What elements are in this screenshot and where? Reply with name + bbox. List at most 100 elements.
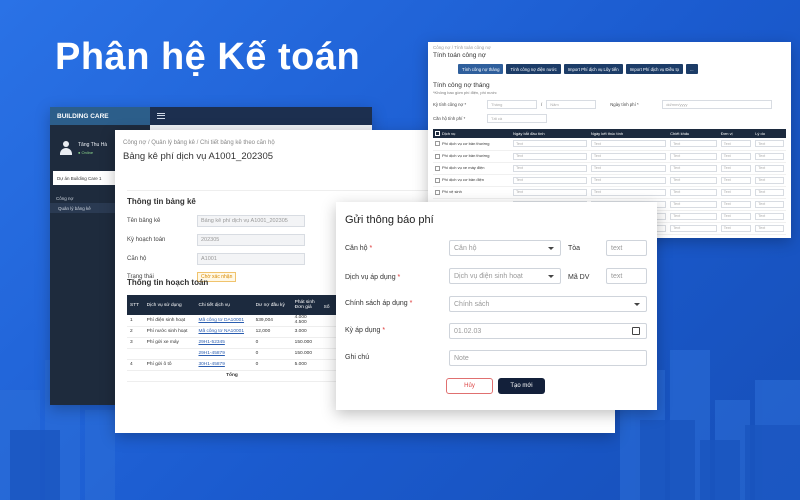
required-mark: * [369, 245, 373, 252]
tab-monthly-debt[interactable]: Tính công nợ tháng [458, 64, 504, 74]
table-row: Phí vệ sinh Text Text Text Text Text [433, 186, 786, 199]
table-row: Phí dịch vụ cơ bản điện Text Text Text T… [433, 174, 786, 187]
service-select[interactable]: Dịch vụ điện sinh hoạt [449, 268, 561, 284]
field-label: Căn hộ [127, 256, 147, 262]
table-row: 1 Phí điện sinh hoạt Mã công tơ DA10001 … [127, 315, 337, 327]
year-select[interactable]: Năm [546, 100, 597, 109]
calendar-icon[interactable] [632, 327, 640, 335]
tab-bar: Tính công nợ tháng Tính công nợ điện nướ… [428, 61, 791, 74]
select-all-checkbox[interactable] [435, 131, 440, 137]
field-row: Kỳ hoạch toán 202305 [127, 232, 305, 248]
tab-more[interactable]: ... [686, 64, 698, 74]
period-date-input[interactable]: 01.02.03 [449, 323, 647, 339]
column-header: Dư nợ đầu kỳ [252, 295, 292, 315]
accounting-heading: Thông tin hoạch toán [127, 278, 209, 287]
fee-notice-modal: Gửi thông báo phí Căn hộ * Căn hộ Tòa te… [336, 202, 657, 410]
apartment-select[interactable]: Căn hộ [449, 240, 561, 256]
row-checkbox[interactable] [435, 177, 440, 183]
app-brand: BUILDING CARE [50, 107, 150, 125]
fee-row: Căn hộ tính phí * Tất cả [433, 114, 786, 123]
field-row: Tên bảng kê Bảng kê phí dịch vụ A1001_20… [127, 213, 305, 229]
code-input[interactable]: text [606, 268, 647, 284]
table-row: 4 Phí gửi ô tô 30H1-45879 0 5.000 [127, 359, 337, 371]
sub-header: Số [323, 305, 330, 310]
detail-link[interactable]: 30H1-45879 [198, 362, 224, 367]
panel-heading: Tính công nợ tháng [433, 82, 490, 89]
detail-link[interactable]: Mã công tơ NA10001 [198, 329, 244, 334]
column-header: Chi tiết dịch vụ [195, 295, 253, 315]
table-row: Phí dịch vụ cơ bản thường Text Text Text… [433, 150, 786, 163]
apartment-row: Căn hộ * [345, 245, 372, 252]
field-label: Kỳ hoạch toán [127, 237, 166, 243]
monthly-panel: Tính công nợ tháng *Không bao gồm phí đi… [433, 82, 786, 123]
table-row: Phí dịch vụ cơ bản thường Text Text Text… [433, 138, 786, 151]
service-label: Dịch vụ áp dụng [345, 274, 396, 281]
row-checkbox[interactable] [435, 153, 440, 159]
fee-label: Căn hộ tính phí * [433, 116, 466, 121]
page-title: Tính toán công nợ [433, 52, 487, 59]
field-value: 202305 [197, 234, 305, 246]
fee-select[interactable]: Tất cả [487, 114, 547, 123]
column-header: Ngày kết thúc tính [588, 129, 669, 138]
sub-header: Đơn giá [294, 305, 312, 310]
table-row: 29H1-45879 0 150.000 [127, 348, 337, 360]
field-value: Bảng kê phí dịch vụ A1001_202305 [197, 215, 305, 227]
row-checkbox[interactable] [435, 141, 440, 147]
policy-select[interactable]: Chính sách [449, 296, 647, 312]
caret-down-icon [634, 303, 640, 306]
table-row: 3 Phí gửi xe máy 29H1-52345 0 150.000 [127, 337, 337, 349]
apartment-label: Căn hộ [345, 245, 368, 252]
avatar-icon [60, 141, 72, 155]
tab-import-adjust[interactable]: Import Phí dịch vụ Điều tọ [625, 64, 684, 74]
period-row: Kỳ tính công nợ * Tháng / Năm Ngày tính … [433, 100, 786, 109]
section-heading: Thông tin bảng kê [127, 197, 196, 206]
user-name: Tăng Thu Hà [78, 141, 108, 148]
column-header: Ngày bắt đầu tính [511, 129, 589, 138]
caret-down-icon [548, 247, 554, 250]
cancel-button[interactable]: Hủy [446, 378, 493, 394]
caret-down-icon [548, 275, 554, 278]
field-row: Căn hộ A1001 [127, 251, 305, 267]
table-row: 2 Phí nước sinh hoạt Mã công tơ NA10001 … [127, 326, 337, 338]
detail-link[interactable]: Mã công tơ DA10001 [198, 318, 244, 323]
field-label: Tên bảng kê [127, 218, 161, 224]
table-row: Phí dịch vụ xe máy điện Text Text Text T… [433, 162, 786, 175]
app-topbar: BUILDING CARE [50, 107, 372, 125]
column-header: Lý do [753, 129, 786, 138]
field-value: A1001 [197, 253, 305, 265]
menu-toggle-icon[interactable] [157, 113, 165, 119]
required-mark: * [409, 300, 413, 307]
column-header: Chiết khấu [668, 129, 719, 138]
create-button[interactable]: Tạo mới [498, 378, 545, 394]
row-checkbox[interactable] [435, 189, 440, 195]
total-row: Tổng [127, 370, 337, 382]
modal-title: Gửi thông báo phí [345, 214, 434, 226]
required-mark: * [382, 327, 386, 334]
required-mark: * [397, 274, 401, 281]
project-select-value: Dự án Building Care 1 [57, 175, 102, 181]
user-status: ● Online [78, 149, 94, 155]
column-header: STT [127, 295, 144, 315]
policy-row: Chính sách áp dụng * [345, 300, 412, 307]
note-input[interactable]: Note [449, 350, 647, 366]
column-header-group: Phát sinh Đơn giá Số [291, 295, 337, 315]
month-select[interactable]: Tháng [487, 100, 537, 109]
building-label: Tòa [568, 245, 581, 252]
policy-label: Chính sách áp dụng [345, 300, 408, 307]
breadcrumb: Công nợ / Tính toán công nợ [433, 45, 491, 50]
column-header: Dịch vụ sử dụng [143, 295, 196, 315]
tab-utility-debt[interactable]: Tính công nợ điện nước [506, 64, 561, 74]
panel-note: *Không bao gồm phí điện, phí nước [433, 90, 497, 95]
note-label: Ghi chú [345, 354, 370, 361]
tab-import-progressive[interactable]: Import Phí dịch vụ Lũy tiến [563, 64, 623, 74]
headline: Phân hệ Kế toán [55, 36, 361, 78]
detail-link[interactable]: 29H1-52345 [198, 340, 224, 345]
date-input[interactable]: dd/mm/yyyy [662, 100, 773, 109]
service-row: Dịch vụ áp dụng * [345, 274, 400, 281]
row-checkbox[interactable] [435, 165, 440, 171]
date-label: Ngày tính phí * [610, 102, 639, 107]
period-label: Kỳ tính công nợ * [433, 102, 467, 107]
period-row: Kỳ áp dụng * [345, 327, 385, 334]
detail-link[interactable]: 29H1-45879 [198, 351, 224, 356]
building-input[interactable]: text [606, 240, 647, 256]
